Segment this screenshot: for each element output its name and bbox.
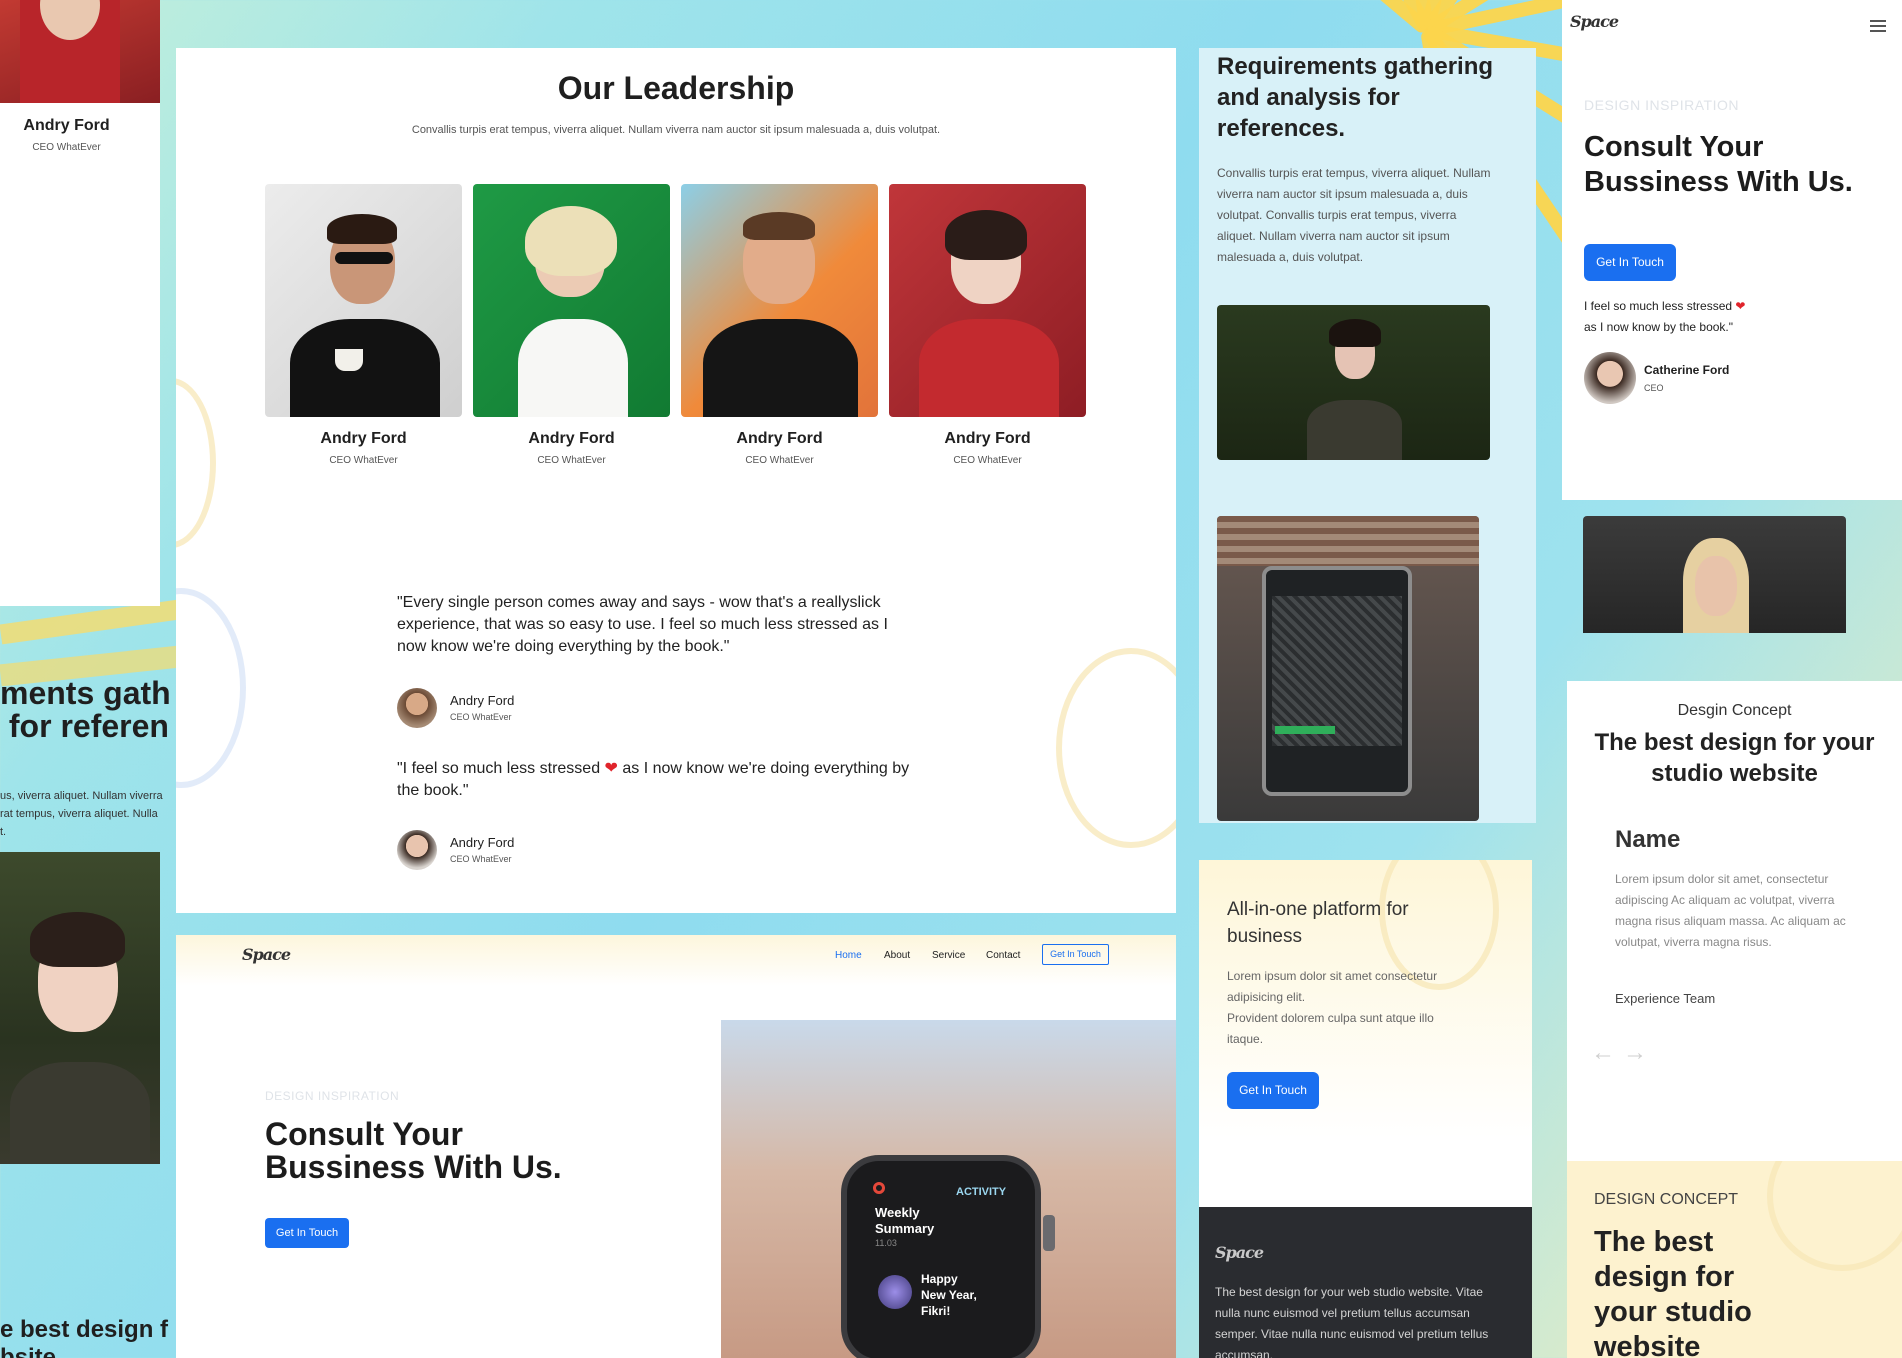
woman-portrait-photo bbox=[0, 852, 160, 1164]
quote-text: "I feel so much less stressed bbox=[397, 760, 605, 777]
fragment-heading: for referen bbox=[0, 708, 169, 744]
watch-greeting: Happy bbox=[921, 1272, 958, 1286]
nav-home[interactable]: Home bbox=[835, 950, 862, 961]
member-name: Andry Ford bbox=[23, 117, 110, 134]
team-photo bbox=[473, 184, 670, 417]
footer-section: Space The best design for your web studi… bbox=[1199, 1207, 1532, 1358]
member-role: CEO WhatEver bbox=[329, 455, 398, 466]
fragment-text: t. bbox=[0, 826, 7, 838]
member-name: Andry Ford bbox=[736, 430, 823, 447]
quote-text: I feel so much less stressed bbox=[1584, 299, 1736, 313]
team-photo bbox=[889, 184, 1086, 417]
tablet-photo bbox=[1217, 516, 1479, 821]
logo[interactable]: Space bbox=[242, 945, 291, 964]
watch-photo: ACTIVITY Weekly Summary 11.03 Happy New … bbox=[721, 1020, 1176, 1358]
member-name: Andry Ford bbox=[944, 430, 1031, 447]
eyebrow: Desgin Concept bbox=[1677, 702, 1792, 719]
card-title: Name bbox=[1615, 826, 1681, 853]
get-in-touch-button[interactable]: Get In Touch bbox=[1227, 1072, 1319, 1109]
prev-arrow-icon[interactable]: ← bbox=[1591, 1039, 1615, 1067]
author-name: Andry Ford bbox=[450, 693, 515, 708]
author-name: Andry Ford bbox=[450, 835, 515, 850]
page-subtitle: Convallis turpis erat tempus, viverra al… bbox=[411, 124, 941, 136]
hero-headline: Bussiness With Us. bbox=[265, 1149, 562, 1185]
watch-summary: Summary bbox=[875, 1221, 935, 1236]
nav-contact[interactable]: Contact bbox=[986, 950, 1020, 961]
platform-section: All-in-one platform for business Lorem i… bbox=[1199, 860, 1532, 1208]
section-heading: The best bbox=[1594, 1226, 1714, 1258]
design-concept-card-2: DESIGN CONCEPT The best design for your … bbox=[1567, 1161, 1902, 1358]
person-role: CEO bbox=[1644, 383, 1664, 393]
footer-text: The best design for your web studio webs… bbox=[1215, 1285, 1489, 1358]
mobile-hero: Space DESIGN INSPIRATION Consult Your Bu… bbox=[1562, 0, 1902, 500]
hero-headline: Consult Your bbox=[1584, 131, 1764, 163]
member-role: CEO WhatEver bbox=[745, 455, 814, 466]
hero-headline: Consult Your bbox=[265, 1116, 463, 1152]
section-body: Lorem ipsum dolor sit amet consectetur a… bbox=[1227, 969, 1438, 1004]
person-name: Catherine Ford bbox=[1644, 363, 1730, 377]
author-role: CEO WhatEver bbox=[450, 712, 512, 722]
member-role: CEO WhatEver bbox=[953, 455, 1022, 466]
quote-text: as I now know by the book." bbox=[1584, 320, 1734, 334]
team-photo bbox=[0, 0, 160, 103]
fragment-text: us, viverra aliquet. Nullam viverra bbox=[0, 790, 163, 802]
fragment-heading: e best design f bbox=[0, 1316, 169, 1343]
section-heading: your studio bbox=[1594, 1296, 1752, 1328]
fragment-text: rat tempus, viverra aliquet. Nulla bbox=[0, 808, 158, 820]
card-body: Lorem ipsum dolor sit amet, consectetur … bbox=[1615, 872, 1846, 949]
section-heading: Requirements gathering and analysis for … bbox=[1217, 53, 1494, 142]
fragment-heading: ments gath bbox=[0, 675, 171, 711]
get-in-touch-button[interactable]: Get In Touch bbox=[265, 1218, 349, 1248]
avatar bbox=[397, 830, 437, 870]
watch-greeting: New Year, bbox=[921, 1288, 977, 1302]
hero-headline: Bussiness With Us. bbox=[1584, 166, 1853, 198]
woman-forest-photo bbox=[1217, 305, 1490, 460]
section-heading: The best design for your studio website bbox=[1594, 729, 1875, 787]
team-photo bbox=[265, 184, 462, 417]
design-concept-card: Desgin Concept The best design for your … bbox=[1567, 681, 1902, 1161]
page-title: Our Leadership bbox=[557, 70, 795, 106]
testimonial-quote: I feel so much less stressed ❤ as I now k… bbox=[1584, 296, 1834, 338]
watch-activity-label: ACTIVITY bbox=[956, 1186, 1007, 1198]
eyebrow: DESIGN INSPIRATION bbox=[265, 1089, 400, 1103]
member-name: Andry Ford bbox=[528, 430, 615, 447]
footer-logo[interactable]: Space bbox=[1215, 1243, 1264, 1262]
section-heading: All-in-one platform for business bbox=[1227, 899, 1409, 947]
watch-weekly: Weekly bbox=[875, 1205, 920, 1220]
member-role: CEO WhatEver bbox=[32, 142, 101, 153]
card-team: Experience Team bbox=[1615, 991, 1716, 1006]
section-body: Provident dolorem culpa sunt atque illo … bbox=[1227, 1011, 1434, 1046]
watch-date: 11.03 bbox=[875, 1238, 897, 1248]
eyebrow: DESIGN CONCEPT bbox=[1594, 1191, 1739, 1208]
eyebrow: DESIGN INSPIRATION bbox=[1584, 97, 1739, 113]
menu-icon[interactable] bbox=[1870, 20, 1886, 32]
nav-about[interactable]: About bbox=[884, 950, 910, 961]
heart-icon: ❤ bbox=[604, 760, 618, 777]
fragment-heading: bsite bbox=[0, 1344, 57, 1358]
blonde-woman-photo bbox=[1583, 516, 1846, 633]
section-heading: website bbox=[1594, 1331, 1701, 1358]
testimonial-quote: "I feel so much less stressed ❤ as I now… bbox=[397, 758, 917, 802]
avatar bbox=[1584, 352, 1636, 404]
member-name: Andry Ford bbox=[320, 430, 407, 447]
heart-icon: ❤ bbox=[1735, 299, 1746, 313]
left-team-card: Andry Ford CEO WhatEver bbox=[0, 0, 160, 606]
get-in-touch-button[interactable]: Get In Touch bbox=[1584, 244, 1676, 281]
requirements-section: Requirements gathering and analysis for … bbox=[1199, 48, 1536, 823]
next-arrow-icon[interactable]: → bbox=[1623, 1039, 1647, 1067]
leadership-section: Our Leadership Convallis turpis erat tem… bbox=[176, 48, 1176, 913]
team-photo bbox=[681, 184, 878, 417]
watch-greeting: Fikri! bbox=[921, 1304, 951, 1318]
testimonial-quote: "Every single person comes away and says… bbox=[397, 594, 888, 655]
watch-avatar bbox=[878, 1275, 912, 1309]
nav-service[interactable]: Service bbox=[932, 950, 965, 961]
avatar bbox=[397, 688, 437, 728]
section-heading: design for bbox=[1594, 1261, 1735, 1293]
nav-cta-button[interactable]: Get In Touch bbox=[1042, 944, 1109, 965]
mobile-logo[interactable]: Space bbox=[1570, 12, 1619, 31]
member-role: CEO WhatEver bbox=[537, 455, 606, 466]
landing-page: Space Home About Service Contact Get In … bbox=[176, 935, 1176, 1358]
section-body: Convallis turpis erat tempus, viverra al… bbox=[1217, 166, 1491, 264]
author-role: CEO WhatEver bbox=[450, 854, 512, 864]
